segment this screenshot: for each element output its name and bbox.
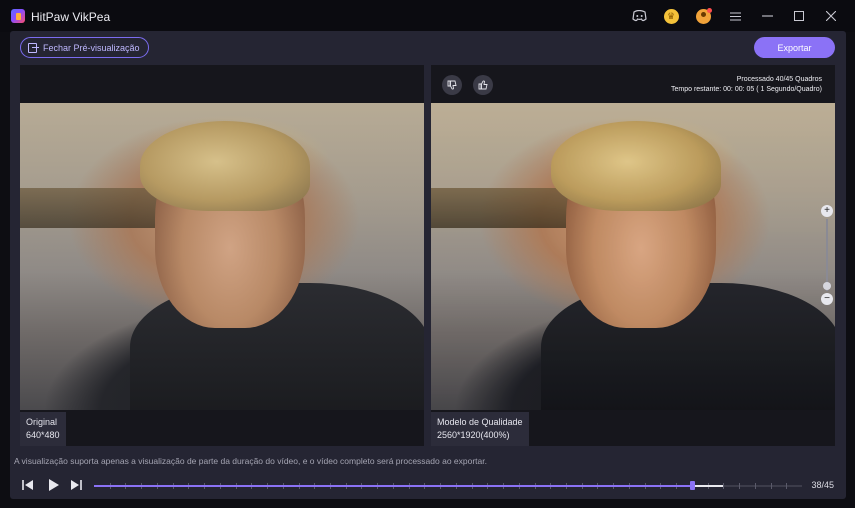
- minimize-icon[interactable]: [751, 4, 783, 28]
- timeline-tick: [770, 483, 772, 489]
- timeline-handle[interactable]: [689, 481, 695, 490]
- play-icon[interactable]: [45, 477, 61, 493]
- remaining-time-text: Tempo restante: 00: 00: 05 ( 1 Segundo/Q…: [671, 86, 822, 93]
- user-avatar-icon[interactable]: [687, 4, 719, 28]
- discord-icon[interactable]: [623, 4, 655, 28]
- title-bar: HitPaw VikPea ♛: [0, 0, 855, 32]
- timeline-tick: [754, 483, 756, 489]
- timeline-played: [94, 485, 692, 487]
- processed-frames-text: Processado 40/45 Quadros: [736, 76, 822, 83]
- title-bar-actions: ♛: [623, 4, 847, 28]
- maximize-icon[interactable]: [783, 4, 815, 28]
- timeline-slider[interactable]: [94, 481, 802, 490]
- original-title: Original: [26, 417, 58, 427]
- export-button[interactable]: Exportar: [754, 37, 835, 58]
- zoom-slider-handle[interactable]: [823, 282, 831, 290]
- preview-notice: A visualização suporta apenas a visualiz…: [14, 456, 487, 466]
- original-label: Original 640*480: [20, 412, 66, 446]
- processing-status: Processado 40/45 Quadros Tempo restante:…: [671, 75, 822, 95]
- enhanced-title: Modelo de Qualidade: [437, 417, 523, 427]
- zoom-slider-track[interactable]: [826, 219, 828, 291]
- timeline-processed: [691, 485, 724, 487]
- close-icon[interactable]: [815, 4, 847, 28]
- timeline-tick: [723, 483, 725, 489]
- thumbs-down-icon[interactable]: [442, 75, 462, 95]
- zoom-out-icon[interactable]: −: [821, 293, 833, 305]
- timeline-tick: [786, 483, 788, 489]
- enhanced-label: Modelo de Qualidade 2560*1920(400%): [431, 412, 529, 446]
- enhanced-video-frame: [431, 103, 835, 410]
- timeline-tick: [739, 483, 741, 489]
- app-logo-icon: [11, 9, 25, 23]
- next-frame-icon[interactable]: [68, 477, 84, 493]
- zoom-control: + −: [821, 205, 833, 305]
- original-resolution: 640*480: [26, 430, 60, 440]
- enhanced-resolution: 2560*1920(400%): [437, 430, 510, 440]
- close-preview-button[interactable]: Fechar Pré-visualização: [20, 37, 149, 58]
- original-preview-panel: Original 640*480: [20, 65, 424, 446]
- close-preview-label: Fechar Pré-visualização: [43, 42, 140, 53]
- frame-counter: 38/45: [811, 480, 834, 490]
- main-area: Fechar Pré-visualização Exportar Origina…: [10, 31, 846, 499]
- app-title: HitPaw VikPea: [31, 10, 111, 24]
- previous-frame-icon[interactable]: [20, 477, 36, 493]
- exit-preview-icon: [28, 43, 39, 53]
- zoom-in-icon[interactable]: +: [821, 205, 833, 217]
- original-video-frame: [20, 103, 424, 410]
- thumbs-up-icon[interactable]: [473, 75, 493, 95]
- playback-controls: 38/45: [10, 471, 846, 499]
- enhanced-preview-panel: Processado 40/45 Quadros Tempo restante:…: [431, 65, 835, 446]
- coin-icon[interactable]: ♛: [655, 4, 687, 28]
- menu-icon[interactable]: [719, 4, 751, 28]
